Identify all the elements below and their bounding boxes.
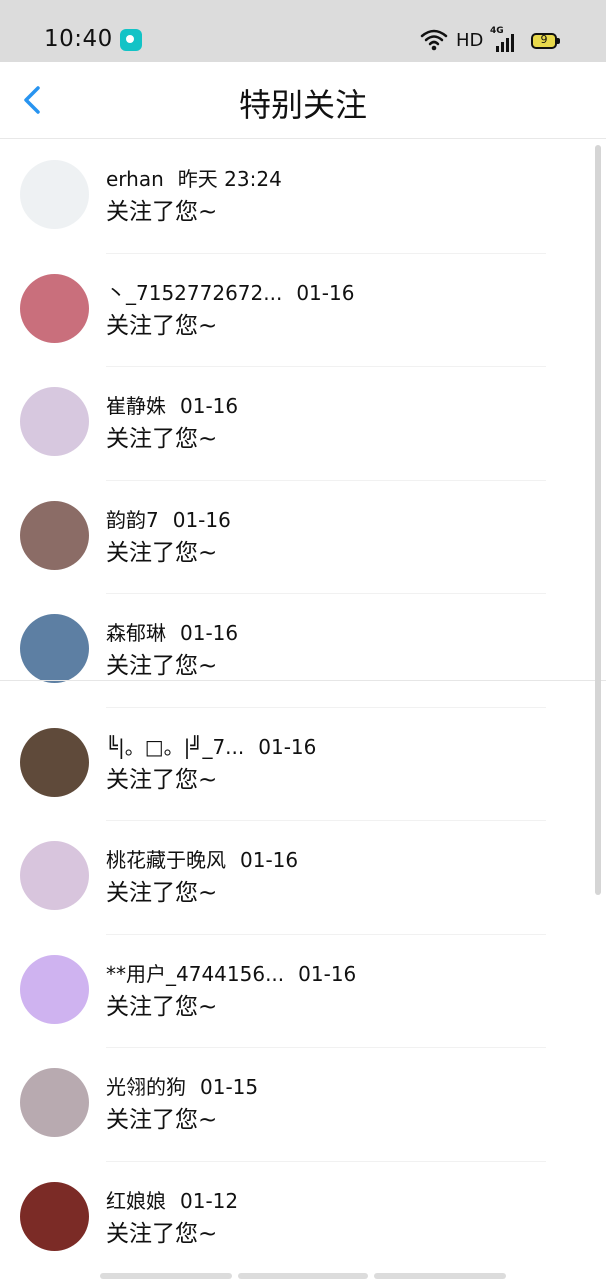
follow-time: 01-16 bbox=[180, 394, 239, 418]
follow-message: 关注了您~ bbox=[106, 993, 218, 1020]
follow-time: 01-16 bbox=[180, 621, 239, 645]
avatar[interactable] bbox=[20, 614, 89, 683]
signal-bars bbox=[496, 34, 514, 52]
follow-message: 关注了您~ bbox=[106, 426, 218, 452]
avatar[interactable] bbox=[20, 727, 89, 797]
follow-message: 关注了您~ bbox=[106, 653, 218, 679]
follow-message: 关注了您~ bbox=[106, 766, 218, 793]
follow-message: 关注了您~ bbox=[106, 1107, 218, 1133]
follow-message: 关注了您~ bbox=[106, 199, 218, 225]
user-info: 崔静姝 01-16 bbox=[106, 391, 238, 421]
app-notification-icon bbox=[120, 29, 142, 51]
list-item[interactable]: 红娘娘 01-12 关注了您~ bbox=[0, 1162, 606, 1276]
follow-message: 关注了您~ bbox=[106, 1220, 218, 1247]
user-name: 丶_7152772672... bbox=[106, 280, 283, 305]
avatar[interactable] bbox=[20, 160, 89, 229]
user-info: 光翎的狗 01-15 bbox=[106, 1072, 258, 1102]
wifi-icon bbox=[420, 29, 448, 51]
follow-time: 01-16 bbox=[258, 734, 317, 759]
bottom-indicator bbox=[100, 1273, 232, 1279]
avatar[interactable] bbox=[20, 1181, 89, 1251]
follow-message: 关注了您~ bbox=[106, 880, 218, 906]
list-item[interactable]: 光翎的狗 01-15 关注了您~ bbox=[0, 1048, 606, 1162]
user-info: 红娘娘 01-12 bbox=[106, 1186, 238, 1216]
battery-icon: 9 bbox=[531, 33, 560, 49]
user-info: 丶_7152772672... 01-16 bbox=[106, 278, 354, 308]
network-type-label: HD bbox=[456, 30, 484, 51]
user-name: 森郁琳 bbox=[106, 621, 166, 645]
list-item[interactable]: erhan 昨天 23:24 关注了您~ bbox=[0, 140, 606, 254]
bottom-indicator bbox=[238, 1273, 368, 1279]
user-name: 光翎的狗 bbox=[106, 1075, 186, 1099]
header: 特别关注 bbox=[0, 62, 606, 139]
follow-time: 01-16 bbox=[240, 848, 299, 872]
list-item[interactable]: 韵韵7 01-16 关注了您~ bbox=[0, 481, 606, 594]
list-item[interactable]: **用户_4744156... 01-16 关注了您~ bbox=[0, 935, 606, 1048]
status-bar: 10:40 HD 4G 9 bbox=[0, 0, 606, 62]
user-info: 桃花藏于晚风 01-16 bbox=[106, 845, 298, 875]
avatar[interactable] bbox=[20, 841, 89, 910]
follow-time: 01-16 bbox=[298, 961, 357, 986]
avatar[interactable] bbox=[20, 954, 89, 1024]
user-info: **用户_4744156... 01-16 bbox=[106, 959, 356, 989]
follow-time: 昨天 23:24 bbox=[177, 167, 282, 191]
user-info: ╚|。□。|╝_7... 01-16 bbox=[106, 732, 316, 762]
page-title: 特别关注 bbox=[238, 86, 367, 124]
avatar[interactable] bbox=[20, 500, 89, 570]
follow-message: 关注了您~ bbox=[106, 312, 218, 339]
user-info: 森郁琳 01-16 bbox=[106, 618, 238, 648]
user-name: 桃花藏于晚风 bbox=[106, 848, 226, 872]
follow-message: 关注了您~ bbox=[106, 539, 218, 566]
status-time: 10:40 bbox=[44, 26, 113, 52]
avatar[interactable] bbox=[20, 387, 89, 456]
follow-time: 01-12 bbox=[180, 1188, 239, 1213]
user-name: erhan bbox=[106, 167, 164, 191]
follow-time: 01-16 bbox=[296, 280, 355, 305]
list-item[interactable]: 森郁琳 01-16 关注了您~ bbox=[0, 594, 606, 708]
list-item[interactable]: ╚|。□。|╝_7... 01-16 关注了您~ bbox=[0, 708, 606, 821]
bottom-indicator bbox=[374, 1273, 506, 1279]
user-info: erhan 昨天 23:24 bbox=[106, 164, 282, 194]
list-item[interactable]: 丶_7152772672... 01-16 关注了您~ bbox=[0, 254, 606, 367]
follow-list: erhan 昨天 23:24 关注了您~ 丶_7152772672... 01-16 关注… bbox=[0, 140, 606, 1280]
user-info: 韵韵7 01-16 bbox=[106, 505, 231, 535]
avatar[interactable] bbox=[20, 273, 89, 343]
section-divider bbox=[0, 680, 606, 681]
follow-time: 01-15 bbox=[200, 1075, 259, 1099]
user-name: 韵韵7 bbox=[106, 507, 159, 532]
user-name: ╚|。□。|╝_7... bbox=[106, 734, 245, 759]
battery-level: 9 bbox=[540, 33, 548, 46]
user-name: 红娘娘 bbox=[106, 1188, 166, 1213]
follow-time: 01-16 bbox=[172, 507, 231, 532]
scrollbar[interactable] bbox=[595, 145, 601, 895]
user-name: 崔静姝 bbox=[106, 394, 166, 418]
user-name: **用户_4744156... bbox=[106, 961, 285, 986]
signal-icon: 4G bbox=[490, 26, 522, 52]
list-item[interactable]: 桃花藏于晚风 01-16 关注了您~ bbox=[0, 821, 606, 935]
list-item[interactable]: 崔静姝 01-16 关注了您~ bbox=[0, 367, 606, 481]
avatar[interactable] bbox=[20, 1068, 89, 1137]
